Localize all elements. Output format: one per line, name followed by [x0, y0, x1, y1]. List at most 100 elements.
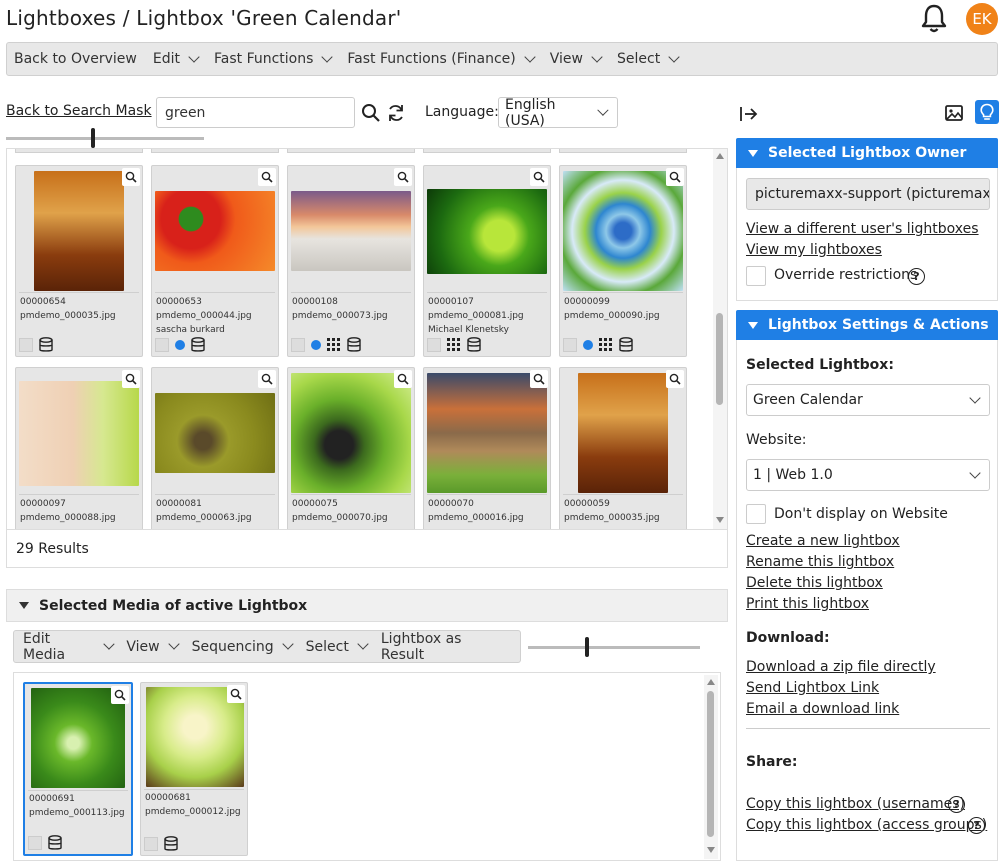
media-tile[interactable]: 00000653 pmdemo_000044.jpg sascha burkar… [151, 165, 279, 357]
media-tile[interactable]: 00000099 pmdemo_000090.jpg [559, 165, 687, 357]
copy-access-groups-link[interactable]: Copy this lightbox (access groups) [746, 817, 987, 833]
menu-fast-functions-finance[interactable]: Fast Functions (Finance) [347, 50, 536, 67]
select-checkbox[interactable] [144, 837, 158, 851]
help-icon[interactable]: ? [968, 817, 985, 834]
media-tile[interactable]: 00000059 pmdemo_000035.jpg [559, 367, 687, 529]
website-select[interactable]: 1 | Web 1.0 [746, 459, 990, 491]
zoom-icon[interactable] [666, 370, 684, 388]
lightbox-select[interactable]: Green Calendar [746, 384, 990, 416]
menu-edit[interactable]: Edit [153, 50, 200, 67]
select-checkbox[interactable] [19, 338, 33, 352]
zoom-icon[interactable] [666, 168, 684, 186]
zoom-icon[interactable] [394, 168, 412, 186]
language-label: Language: [425, 104, 499, 120]
menu-fast-functions[interactable]: Fast Functions [214, 50, 334, 67]
scroll-down-icon[interactable] [716, 517, 724, 523]
settings-panel-header[interactable]: Lightbox Settings & Actions [736, 310, 998, 340]
database-icon [619, 337, 633, 352]
media-scrollbar[interactable] [704, 675, 718, 859]
zoom-icon[interactable] [530, 168, 548, 186]
view-other-user-link[interactable]: View a different user's lightboxes [746, 221, 979, 237]
rename-lightbox-link[interactable]: Rename this lightbox [746, 554, 894, 570]
menu-select[interactable]: Select [617, 50, 680, 67]
media-tile[interactable]: 00000081 pmdemo_000063.jpg [151, 367, 279, 529]
menu-label: Back to Overview [14, 51, 137, 67]
menu-select[interactable]: Select [306, 638, 369, 655]
select-checkbox[interactable] [563, 338, 577, 352]
view-my-lightboxes-link[interactable]: View my lightboxes [746, 242, 882, 258]
search-input[interactable] [156, 97, 355, 128]
tile-partial [423, 149, 551, 153]
thumbnail-image[interactable] [291, 373, 411, 493]
select-checkbox[interactable] [155, 338, 169, 352]
menu-view[interactable]: View [126, 638, 180, 655]
thumb-size-slider[interactable] [6, 137, 204, 140]
collapse-sidebar-icon[interactable] [739, 104, 759, 124]
zoom-icon[interactable] [122, 370, 140, 388]
delete-lightbox-link[interactable]: Delete this lightbox [746, 575, 883, 591]
scroll-up-icon[interactable] [716, 153, 724, 159]
zoom-icon[interactable] [258, 370, 276, 388]
thumbnail-image[interactable] [34, 171, 124, 291]
lightbulb-icon[interactable] [975, 100, 999, 124]
media-tile[interactable]: 00000654 pmdemo_000035.jpg [15, 165, 143, 357]
language-select[interactable]: English (USA) [498, 97, 618, 129]
media-tile[interactable]: 00000075 pmdemo_000070.jpg [287, 367, 415, 529]
menu-edit-media[interactable]: Edit Media [23, 631, 115, 663]
media-tile[interactable]: 00000681 pmdemo_000012.jpg [140, 682, 248, 856]
owner-panel-header[interactable]: Selected Lightbox Owner [736, 138, 998, 168]
select-checkbox[interactable] [427, 338, 441, 352]
scroll-up-icon[interactable] [707, 679, 715, 685]
zoom-icon[interactable] [122, 168, 140, 186]
thumbnail-image[interactable] [578, 373, 668, 493]
zoom-icon[interactable] [227, 685, 245, 703]
help-icon[interactable]: ? [948, 796, 965, 813]
menu-view[interactable]: View [550, 50, 603, 67]
email-download-link[interactable]: Email a download link [746, 701, 899, 717]
thumbnail-image[interactable] [427, 373, 547, 493]
slider-handle[interactable] [585, 637, 589, 657]
scroll-down-icon[interactable] [707, 847, 715, 853]
thumbnail-image[interactable] [563, 171, 683, 291]
scroll-thumb[interactable] [707, 691, 714, 837]
thumbnail-image[interactable] [155, 393, 275, 473]
thumbnail-image[interactable] [155, 191, 275, 271]
scroll-thumb[interactable] [716, 313, 723, 405]
create-lightbox-link[interactable]: Create a new lightbox [746, 533, 900, 549]
refresh-icon[interactable] [386, 103, 406, 123]
help-icon[interactable]: ? [908, 268, 925, 285]
zoom-icon[interactable] [394, 370, 412, 388]
thumbnail-image[interactable] [19, 380, 139, 486]
back-to-search-link[interactable]: Back to Search Mask [6, 103, 152, 119]
image-folder-icon[interactable] [944, 103, 964, 123]
selected-media-header[interactable]: Selected Media of active Lightbox [6, 589, 728, 622]
thumbnail-image[interactable] [291, 191, 411, 271]
select-checkbox[interactable] [291, 338, 305, 352]
user-avatar[interactable]: EK [966, 3, 998, 35]
search-icon[interactable] [361, 103, 381, 123]
send-lightbox-link[interactable]: Send Lightbox Link [746, 680, 879, 696]
media-tile[interactable]: 00000691 pmdemo_000113.jpg [23, 682, 133, 856]
owner-field[interactable]: picturemaxx-support (picturemaxx-s [746, 178, 990, 210]
media-tile[interactable]: 00000097 pmdemo_000088.jpg [15, 367, 143, 529]
grid-scrollbar[interactable] [713, 149, 727, 529]
thumbnail-image[interactable] [427, 188, 547, 274]
override-checkbox[interactable] [746, 266, 766, 286]
download-zip-link[interactable]: Download a zip file directly [746, 659, 936, 675]
copy-usernames-link[interactable]: Copy this lightbox (usernames) [746, 796, 965, 812]
media-tile[interactable]: 00000107 pmdemo_000081.jpg Michael Klene… [423, 165, 551, 357]
media-tile[interactable]: 00000070 pmdemo_000016.jpg [423, 367, 551, 529]
menu-sequencing[interactable]: Sequencing [192, 638, 294, 655]
slider-handle[interactable] [91, 128, 95, 148]
notification-bell-icon[interactable] [918, 2, 950, 34]
media-size-slider[interactable] [528, 646, 700, 649]
zoom-icon[interactable] [258, 168, 276, 186]
zoom-icon[interactable] [111, 686, 129, 704]
menu-lightbox-as-result[interactable]: Lightbox as Result [381, 631, 506, 663]
print-lightbox-link[interactable]: Print this lightbox [746, 596, 869, 612]
zoom-icon[interactable] [530, 370, 548, 388]
media-tile[interactable]: 00000108 pmdemo_000073.jpg [287, 165, 415, 357]
select-checkbox[interactable] [28, 836, 42, 850]
dont-display-checkbox[interactable] [746, 504, 766, 524]
menu-back-to-overview[interactable]: Back to Overview [14, 51, 137, 67]
